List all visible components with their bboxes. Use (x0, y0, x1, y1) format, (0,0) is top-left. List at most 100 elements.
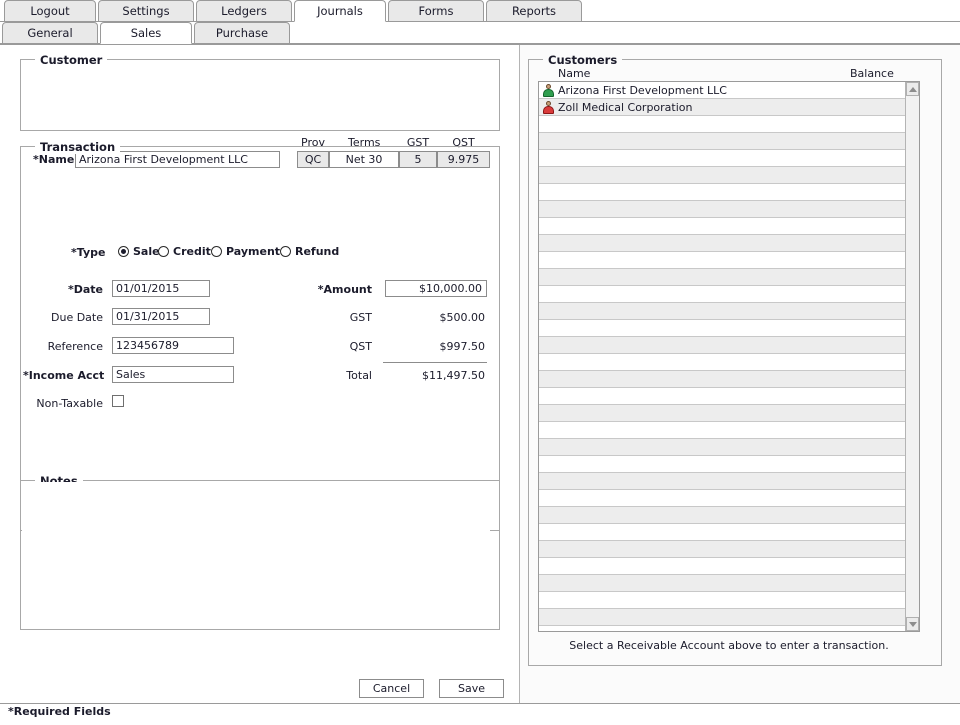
main-tab-forms[interactable]: Forms (388, 0, 484, 22)
customer-row[interactable] (539, 473, 906, 490)
date-label: *Date (67, 283, 103, 296)
radio-button-icon[interactable] (158, 246, 169, 257)
total-label: Total (346, 369, 372, 382)
non-taxable-label: Non-Taxable (36, 397, 103, 410)
notes-textarea[interactable] (22, 482, 490, 628)
customer-row[interactable] (539, 133, 906, 150)
customer-row[interactable] (539, 218, 906, 235)
notes-group: Notes (20, 474, 500, 630)
customer-row[interactable] (539, 439, 906, 456)
customer-row[interactable] (539, 235, 906, 252)
radio-label: Credit (173, 245, 211, 258)
amount-label: *Amount (317, 283, 372, 296)
type-label: *Type (71, 246, 106, 259)
customer-row[interactable] (539, 354, 906, 371)
customer-row[interactable]: Zoll Medical Corporation (539, 99, 906, 116)
radio-button-icon[interactable] (211, 246, 222, 257)
required-fields-note: *Required Fields (8, 705, 111, 718)
main-tab-logout[interactable]: Logout (4, 0, 96, 22)
customer-row-name: Arizona First Development LLC (558, 83, 727, 97)
sub-tab-sales[interactable]: Sales (100, 22, 192, 44)
customer-row[interactable] (539, 150, 906, 167)
reference-input[interactable] (112, 337, 234, 354)
left-pane: Customer *Name ProvQCTermsNet 30GST5QST9… (0, 45, 519, 704)
radio-label: Payment (226, 245, 281, 258)
customer-row[interactable] (539, 116, 906, 133)
customer-row[interactable] (539, 490, 906, 507)
customers-pane: Customers Name Balance Arizona First Dev… (519, 45, 960, 704)
main-tab-reports[interactable]: Reports (486, 0, 582, 22)
income-acct-input[interactable] (112, 366, 234, 383)
customer-row-name: Zoll Medical Corporation (558, 100, 693, 114)
scroll-up-arrow-icon[interactable] (906, 82, 919, 96)
main-tab-ledgers[interactable]: Ledgers (196, 0, 292, 22)
customers-col-balance: Balance (850, 67, 894, 80)
qst-value: $997.50 (439, 340, 486, 353)
customers-scrollbar[interactable] (905, 82, 919, 631)
total-value: $11,497.50 (422, 369, 485, 382)
radio-button-icon[interactable] (118, 246, 129, 257)
gst-label: GST (349, 311, 372, 324)
customer-row[interactable] (539, 558, 906, 575)
customers-list[interactable]: Arizona First Development LLC Zoll Medica… (538, 81, 920, 632)
save-button[interactable]: Save (439, 679, 504, 698)
due-date-label: Due Date (51, 311, 103, 324)
customer-row[interactable] (539, 371, 906, 388)
customer-row[interactable] (539, 388, 906, 405)
person-icon-red (542, 100, 554, 114)
total-separator (383, 362, 487, 363)
cancel-button[interactable]: Cancel (359, 679, 424, 698)
customer-group-title: Customer (35, 53, 108, 67)
radio-type-sale[interactable]: Sale (118, 245, 160, 258)
amount-input[interactable] (385, 280, 487, 297)
customer-row[interactable] (539, 609, 906, 626)
income-acct-label: *Income Acct (23, 369, 105, 382)
date-input[interactable] (112, 280, 210, 297)
customer-row[interactable] (539, 201, 906, 218)
customer-row[interactable] (539, 252, 906, 269)
gst-value: $500.00 (439, 311, 486, 324)
customer-row[interactable]: Arizona First Development LLC (539, 82, 906, 99)
person-icon-green (542, 83, 554, 97)
customers-group-title: Customers (543, 53, 623, 67)
main-tab-journals[interactable]: Journals (294, 0, 386, 22)
customer-row[interactable] (539, 337, 906, 354)
radio-type-credit[interactable]: Credit (158, 245, 211, 258)
transaction-group: Transaction (20, 140, 500, 531)
customer-row[interactable] (539, 269, 906, 286)
sub-tab-bar: General Sales Purchase (0, 22, 960, 44)
footer-bar (0, 703, 960, 725)
radio-type-refund[interactable]: Refund (280, 245, 339, 258)
customer-row[interactable] (539, 541, 906, 558)
scroll-down-arrow-icon[interactable] (906, 617, 919, 631)
customer-row[interactable] (539, 456, 906, 473)
customer-row[interactable] (539, 320, 906, 337)
customer-row[interactable] (539, 422, 906, 439)
non-taxable-checkbox[interactable] (112, 395, 124, 407)
sub-tab-general[interactable]: General (2, 22, 98, 44)
customer-row[interactable] (539, 575, 906, 592)
transaction-group-title: Transaction (35, 140, 121, 154)
main-tab-settings[interactable]: Settings (98, 0, 194, 22)
radio-button-icon[interactable] (280, 246, 291, 257)
customers-col-name: Name (558, 67, 591, 80)
qst-label: QST (349, 340, 372, 353)
customer-row[interactable] (539, 405, 906, 422)
customer-row[interactable] (539, 286, 906, 303)
customer-row[interactable] (539, 507, 906, 524)
application-window: Logout Settings Ledgers Journals Forms Report… (0, 0, 960, 725)
customer-row[interactable] (539, 167, 906, 184)
due-date-input[interactable] (112, 308, 210, 325)
customer-row[interactable] (539, 524, 906, 541)
customer-row[interactable] (539, 303, 906, 320)
radio-label: Sale (133, 245, 160, 258)
customer-group: Customer (20, 53, 500, 131)
customer-row[interactable] (539, 592, 906, 609)
main-tab-bar: Logout Settings Ledgers Journals Forms Report… (0, 0, 960, 22)
customer-row[interactable] (539, 184, 906, 201)
content-area: Customer *Name ProvQCTermsNet 30GST5QST9… (0, 44, 960, 704)
radio-type-payment[interactable]: Payment (211, 245, 280, 258)
sub-tab-purchase[interactable]: Purchase (194, 22, 290, 44)
customers-hint-text: Select a Receivable Account above to ent… (569, 639, 889, 652)
radio-label: Refund (295, 245, 340, 258)
